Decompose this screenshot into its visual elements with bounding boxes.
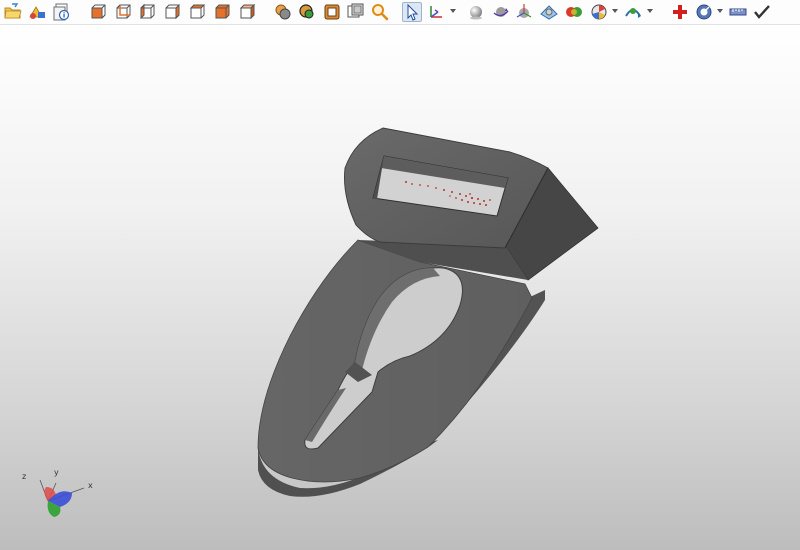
hanger-part-model[interactable]: [0, 25, 800, 550]
view-bottom-icon[interactable]: [212, 2, 232, 22]
3d-viewport[interactable]: z y x: [0, 25, 800, 550]
ruler-icon[interactable]: [728, 2, 748, 22]
triad-label-x: x: [88, 481, 93, 490]
shaded-edges-icon[interactable]: [297, 2, 317, 22]
checkmark-icon[interactable]: [752, 2, 772, 22]
settings-disc-icon[interactable]: [694, 2, 714, 22]
axes-dropdown-icon[interactable]: [450, 9, 456, 13]
animation-dropdown-icon[interactable]: [647, 9, 653, 13]
main-toolbar: [0, 0, 800, 25]
explode-icon[interactable]: [589, 2, 609, 22]
explode-dropdown-icon[interactable]: [612, 9, 618, 13]
sphere-axes-icon[interactable]: [514, 2, 534, 22]
animation-icon[interactable]: [623, 2, 643, 22]
shaded-mode-icon[interactable]: [273, 2, 293, 22]
view-right-icon[interactable]: [162, 2, 182, 22]
red-cross-icon[interactable]: [670, 2, 690, 22]
view-top-icon[interactable]: [187, 2, 207, 22]
zoom-icon[interactable]: [370, 2, 390, 22]
triad-label-y: y: [54, 468, 59, 477]
home-shapes-icon[interactable]: [27, 2, 47, 22]
select-arrow-icon[interactable]: [402, 2, 422, 22]
settings-dropdown-icon[interactable]: [717, 9, 723, 13]
sphere-rotate-icon[interactable]: [491, 2, 511, 22]
view-front-icon[interactable]: [88, 2, 108, 22]
wireframe-icon[interactable]: [322, 2, 342, 22]
info-document-icon[interactable]: [52, 2, 72, 22]
hidden-line-icon[interactable]: [346, 2, 366, 22]
view-back-icon[interactable]: [113, 2, 133, 22]
sphere-icon[interactable]: [466, 2, 486, 22]
section-plane-icon[interactable]: [539, 2, 559, 22]
triad-label-z: z: [22, 472, 26, 481]
color-spheres-icon[interactable]: [564, 2, 584, 22]
open-folder-icon[interactable]: [3, 2, 23, 22]
view-left-icon[interactable]: [137, 2, 157, 22]
view-iso-icon[interactable]: [237, 2, 257, 22]
axes-icon[interactable]: [426, 2, 446, 22]
orientation-triad: z y x: [22, 468, 93, 517]
